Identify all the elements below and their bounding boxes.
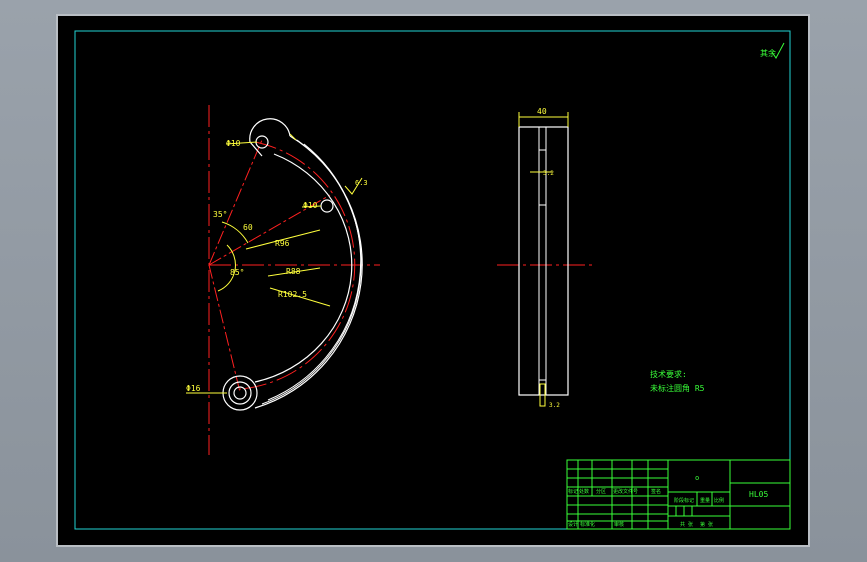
title-sheet-label-0: 共 张 [680, 521, 693, 528]
notes-title: 技术要求: [650, 369, 687, 379]
radial-line-top [208, 139, 263, 266]
title-row-label-3: 更改文件号 [613, 488, 638, 495]
side-view: 40 3.2 3.2 [497, 107, 592, 409]
side-slot [538, 126, 547, 396]
inner-frame [74, 30, 791, 530]
arc-outer-edge-3 [267, 143, 362, 401]
title-mid-label-0: 阶段标记 [674, 497, 694, 504]
title-bottom-label-1: 标准化 [580, 521, 595, 528]
corner-mark-label: 其余 [760, 48, 776, 58]
title-bottom-label-2: 审核 [614, 521, 624, 528]
bottom-lug-mid [228, 381, 252, 405]
cad-drawing: Φ10 Φ10 Φ16 35° 60 R96 R88 R102.5 85° 6.… [74, 30, 791, 530]
notes-line1: 未标注圆角 R5 [650, 383, 705, 393]
dim-side-tol: 3.2 [543, 170, 554, 177]
dim-r88: R88 [286, 267, 301, 276]
arc-outer-edge-2 [261, 139, 362, 405]
radial-line-bottom [208, 264, 241, 393]
title-row-label-1: 处数 [579, 488, 589, 495]
dim-phi10-top: Φ10 [226, 139, 241, 148]
title-center-mark: o [695, 474, 699, 482]
dim-phi16: Φ16 [186, 384, 201, 393]
top-lug-outline [249, 118, 291, 157]
dim-side-bottom: 3.2 [549, 402, 560, 409]
dim-r96: R96 [275, 239, 290, 248]
dim-angle-35: 35° [213, 210, 227, 219]
title-mid-label-2: 比例 [714, 497, 724, 504]
top-hole [255, 135, 269, 149]
dim-angle-inner: 85° [230, 268, 244, 277]
title-mid-label-1: 重量 [700, 497, 710, 504]
title-drawing-no: HL05 [749, 490, 768, 499]
title-bottom-label-0: 设计 [568, 521, 578, 528]
front-view: Φ10 Φ10 Φ16 35° 60 R96 R88 R102.5 85° 6.… [186, 105, 380, 455]
corner-roughness-mark: 其余 [760, 42, 785, 59]
dim-side-width: 40 [537, 107, 547, 116]
dim-roughness-arc: 6.3 [355, 179, 368, 187]
arc-outer-edge [254, 135, 363, 409]
dim-phi10-mid: Φ10 [303, 201, 318, 210]
title-row-label-4: 签名 [651, 488, 661, 495]
title-row-label-2: 分区 [596, 488, 606, 495]
title-row-label-0: 标记 [568, 488, 578, 495]
dim-60: 60 [243, 223, 253, 232]
side-body [518, 126, 569, 396]
dim-r1025: R102.5 [278, 290, 307, 299]
title-sheet-label-1: 第 张 [700, 521, 713, 528]
middle-hole [320, 199, 334, 213]
bottom-lug-outer [222, 375, 258, 411]
